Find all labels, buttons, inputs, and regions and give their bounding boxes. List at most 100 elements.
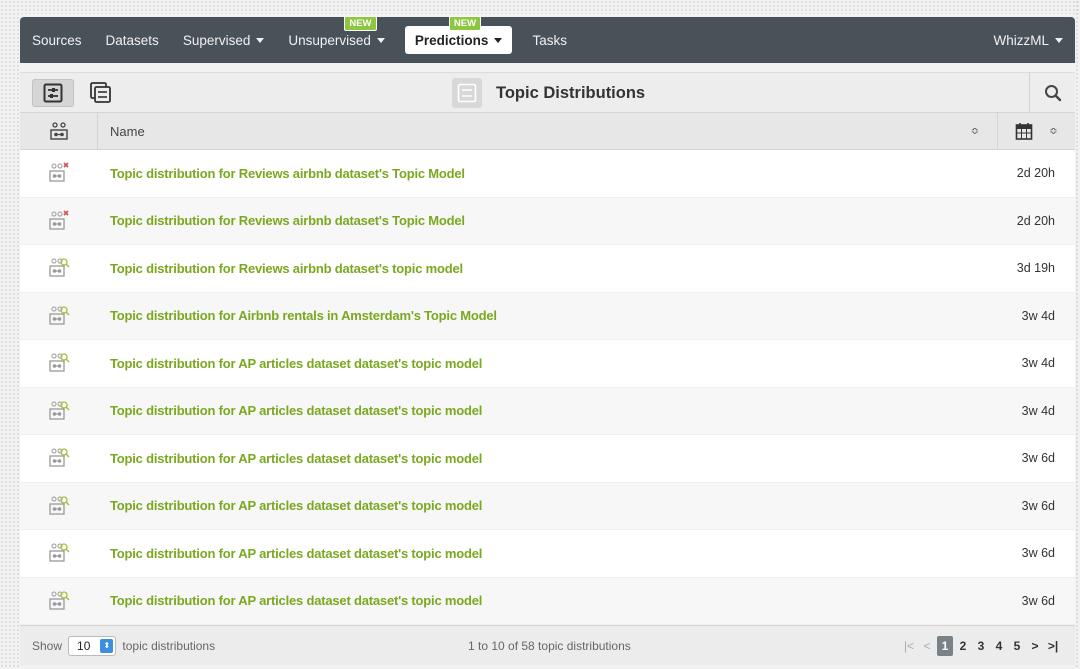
row-type-cell [20, 305, 98, 327]
calendar-icon [1015, 123, 1033, 140]
nav-item-label: Datasets [105, 32, 159, 48]
caret-down-icon [256, 37, 265, 43]
topic-distribution-error-icon [49, 162, 69, 182]
topic-distribution-icon [49, 448, 70, 467]
sort-icon: ≎ [970, 125, 979, 137]
row-name-link[interactable]: Topic distribution for AP articles datas… [98, 546, 985, 561]
row-type-cell [20, 590, 98, 612]
table-header: Name ≎ ≎ [20, 112, 1075, 150]
row-type-cell [20, 162, 98, 184]
nav-item-label: Supervised [182, 32, 251, 48]
page-button-1[interactable]: 1 [937, 635, 953, 656]
row-name-link[interactable]: Topic distribution for Reviews airbnb da… [98, 261, 985, 276]
table-row[interactable]: Topic distribution for Reviews airbnb da… [20, 197, 1075, 245]
row-type-cell [20, 447, 98, 469]
page-title: Topic Distributions [452, 77, 645, 109]
row-name-link[interactable]: Topic distribution for AP articles datas… [98, 451, 985, 466]
table-row[interactable]: Topic distribution for Reviews airbnb da… [20, 150, 1075, 198]
prev-page-button[interactable]: < [919, 636, 935, 656]
row-age: 2d 20h [1016, 213, 1055, 228]
row-age: 3w 4d [1021, 403, 1055, 418]
topic-distribution-error-icon [49, 210, 69, 230]
nav-item-unsupervised[interactable]: NEW Unsupervised [276, 16, 397, 63]
page-size-select[interactable]: 10 ⬍ [68, 635, 117, 656]
topic-distribution-icon [49, 496, 70, 515]
table-row[interactable]: Topic distribution for AP articles datas… [20, 530, 1075, 578]
page-button-5[interactable]: 5 [1009, 636, 1025, 656]
row-age: 3d 19h [1016, 261, 1055, 276]
table-row[interactable]: Topic distribution for AP articles datas… [20, 435, 1075, 483]
page-button-2[interactable]: 2 [955, 636, 971, 656]
name-column-header[interactable]: Name ≎ [98, 113, 997, 149]
batch-view-button[interactable] [80, 79, 122, 107]
topic-distribution-icon [49, 353, 70, 372]
row-type-cell [20, 210, 98, 232]
table-row[interactable]: Topic distribution for Reviews airbnb da… [20, 245, 1075, 293]
row-age: 3w 6d [1021, 593, 1055, 608]
nav-item-datasets[interactable]: Datasets [94, 17, 171, 63]
row-type-cell [20, 257, 98, 279]
first-page-button[interactable]: |< [901, 636, 917, 656]
nav-item-predictions[interactable]: NEW Predictions [404, 16, 513, 54]
row-name-link[interactable]: Topic distribution for AP articles datas… [98, 498, 985, 513]
batch-view-icon [90, 81, 111, 103]
table-row[interactable]: Topic distribution for AP articles datas… [20, 340, 1075, 388]
table-row[interactable]: Topic distribution for AP articles datas… [20, 577, 1075, 625]
per-page-label: topic distributions [122, 638, 216, 653]
nav-item-label: Tasks [532, 32, 567, 48]
nav-item-tasks[interactable]: Tasks [520, 17, 579, 63]
caret-down-icon [1055, 37, 1063, 43]
page-frame-left [0, 0, 20, 669]
topic-distribution-icon [49, 306, 70, 325]
list-toolbar: Topic Distributions [20, 72, 1075, 113]
caret-down-icon [376, 37, 385, 43]
page-frame-top [0, 0, 1080, 14]
nav-item-label: WhizzML [993, 32, 1049, 48]
next-page-button[interactable]: > [1027, 636, 1043, 656]
row-type-cell [20, 542, 98, 564]
select-arrows-icon: ⬍ [100, 638, 114, 653]
nav-item-supervised[interactable]: Supervised [171, 17, 277, 63]
row-age: 3w 6d [1021, 451, 1055, 466]
row-type-cell [20, 495, 98, 517]
new-badge: NEW [448, 16, 482, 31]
row-name-link[interactable]: Topic distribution for Reviews airbnb da… [98, 166, 985, 181]
nav-item-label: Predictions [414, 32, 489, 48]
table-row[interactable]: Topic distribution for AP articles datas… [20, 482, 1075, 530]
row-name-link[interactable]: Topic distribution for Reviews airbnb da… [98, 213, 985, 228]
nav-item-sources[interactable]: Sources [20, 17, 94, 63]
last-page-button[interactable]: >| [1045, 636, 1061, 656]
nav-item-whizzml[interactable]: WhizzML [981, 17, 1075, 63]
pagination: |< < 1 2 3 4 5 > >| [901, 635, 1061, 656]
table-row[interactable]: Topic distribution for Airbnb rentals in… [20, 292, 1075, 340]
single-view-icon [43, 83, 63, 102]
search-button[interactable] [1029, 73, 1075, 113]
row-age: 3w 4d [1021, 308, 1055, 323]
caret-down-icon [494, 37, 503, 43]
row-age: 3w 4d [1021, 356, 1055, 371]
topic-distribution-icon [49, 258, 70, 277]
page-button-4[interactable]: 4 [991, 636, 1007, 656]
row-age: 3w 6d [1021, 498, 1055, 513]
row-age: 2d 20h [1016, 166, 1055, 181]
single-view-button[interactable] [32, 78, 74, 107]
type-column-header [20, 113, 98, 149]
row-age: 3w 6d [1021, 546, 1055, 561]
model-icon [49, 122, 68, 140]
topic-distribution-icon [49, 401, 70, 420]
date-column-header[interactable]: ≎ [997, 113, 1075, 149]
table-row[interactable]: Topic distribution for AP articles datas… [20, 387, 1075, 435]
topic-distribution-icon [452, 78, 482, 108]
show-label: Show [32, 638, 63, 653]
row-name-link[interactable]: Topic distribution for Airbnb rentals in… [98, 308, 985, 323]
row-name-link[interactable]: Topic distribution for AP articles datas… [98, 356, 985, 371]
page-frame-right [1075, 0, 1080, 669]
new-badge: NEW [344, 16, 377, 31]
nav-item-label: Sources [32, 32, 82, 48]
search-icon [1044, 85, 1061, 102]
row-name-link[interactable]: Topic distribution for AP articles datas… [98, 593, 985, 608]
row-type-cell [20, 400, 98, 422]
row-name-link[interactable]: Topic distribution for AP articles datas… [98, 403, 985, 418]
table-body: Topic distribution for Reviews airbnb da… [20, 150, 1075, 625]
page-button-3[interactable]: 3 [973, 636, 989, 656]
